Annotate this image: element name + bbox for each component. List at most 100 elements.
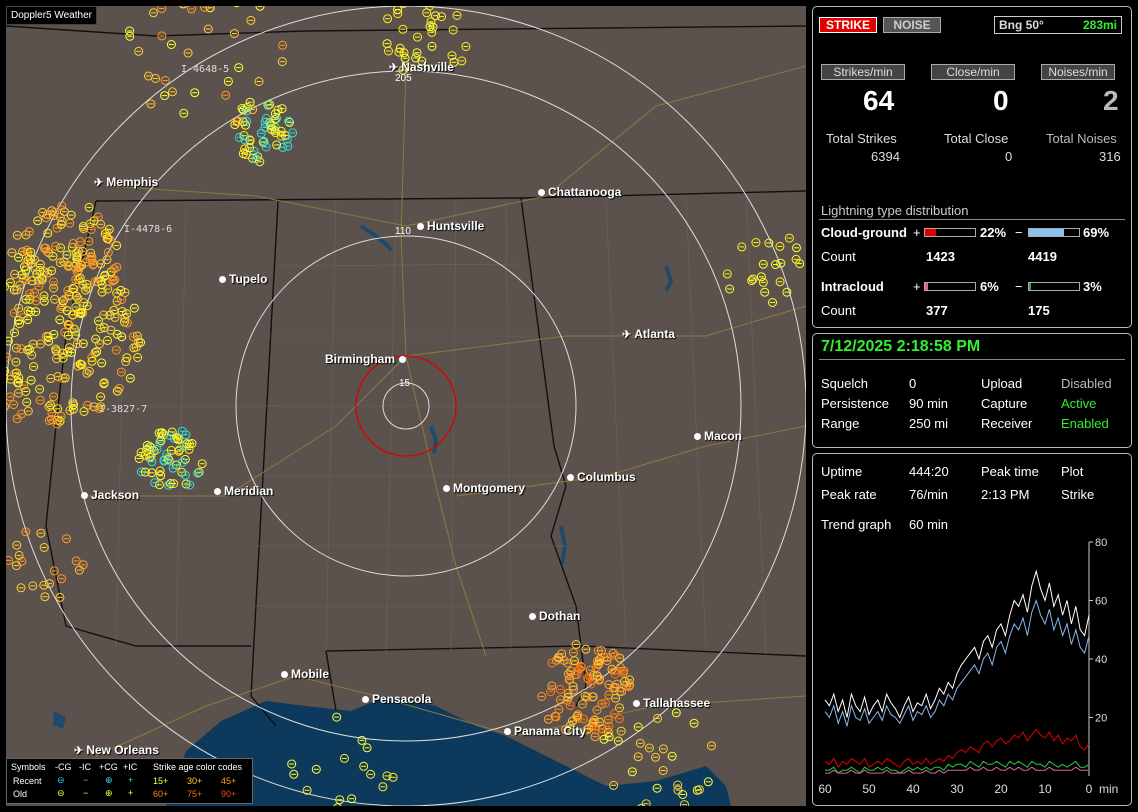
county-lines (66, 193, 767, 655)
city-columbus[interactable]: Columbus (567, 470, 636, 484)
city-dot-icon (417, 223, 424, 231)
noises-per-min-value: 2 (1103, 85, 1119, 116)
plot-value[interactable]: Strike (1061, 487, 1094, 502)
plus-sign: + (913, 225, 921, 240)
receiver-label: Receiver (981, 416, 1033, 431)
city-new-orleans[interactable]: ✈ New Orleans (74, 743, 159, 757)
range-label: Range (821, 416, 860, 431)
plus-ic-icon: + (128, 788, 134, 798)
app-title: Doppler5 Weather (6, 6, 97, 25)
peak-time-label: Peak time (981, 464, 1039, 479)
age-code: 15+ (153, 776, 169, 786)
ic-negative-pct: 3% (1083, 279, 1102, 294)
distribution-title: Lightning type distribution (821, 203, 969, 218)
symbol-legend: Symbols -CG -IC +CG +IC Strike age color… (6, 758, 253, 804)
city-birmingham[interactable]: Birmingham (325, 352, 409, 366)
strikes-per-min-button[interactable]: Strikes/min (821, 64, 905, 80)
city-label: Atlanta (634, 327, 675, 341)
airport-icon: ✈ (389, 62, 399, 74)
cg-negative-count: 4419 (1028, 249, 1057, 264)
close-per-min-value: 0 (993, 85, 1009, 116)
plus-cg-icon: ⊕ (105, 788, 113, 798)
x-tick-label: 0 (1086, 782, 1093, 796)
city-label: Birmingham (325, 352, 396, 366)
strike-indicator[interactable]: STRIKE (819, 17, 877, 33)
noise-indicator[interactable]: NOISE (883, 17, 941, 33)
strike-marker (200, 6, 210, 12)
lightning-map[interactable]: Doppler5 Weather 205 110 15 I-4648-5 I-4… (6, 6, 806, 806)
x-tick-label: 20 (994, 782, 1008, 796)
trend-series-0 (824, 569, 1090, 719)
city-label: New Orleans (86, 743, 159, 757)
minus-cg-icon: ⊖ (57, 775, 65, 785)
age-code: 45+ (221, 776, 237, 786)
city-atlanta[interactable]: ✈ Atlanta (622, 327, 675, 341)
bar-fill (925, 283, 928, 290)
trend-graph-value: 60 min (909, 517, 949, 532)
plus-cg-icon: ⊕ (105, 775, 113, 785)
age-code: 90+ (221, 789, 237, 799)
total-noises-label: Total Noises (1046, 131, 1117, 146)
airport-icon: ✈ (622, 329, 632, 341)
city-chattanooga[interactable]: Chattanooga (538, 185, 621, 199)
ic-negative-count: 175 (1028, 303, 1050, 318)
city-meridian[interactable]: Meridian (214, 484, 273, 498)
cg-positive-count: 1423 (926, 249, 955, 264)
minus-sign: − (1015, 279, 1023, 294)
strike-stats-panel: STRIKE NOISE Bng 50° 283mi Strikes/min C… (812, 6, 1132, 328)
current-datetime: 7/12/2025 2:18:58 PM (821, 338, 981, 355)
y-tick-label: 80 (1095, 537, 1107, 549)
total-close-value: 0 (1005, 149, 1013, 164)
city-label: Panama City (514, 724, 587, 738)
bar-fill (1029, 229, 1064, 236)
trend-series-1 (824, 598, 1090, 727)
city-tupelo[interactable]: Tupelo (219, 272, 267, 286)
noises-per-min-button[interactable]: Noises/min (1041, 64, 1115, 80)
total-close-label: Total Close (944, 131, 1009, 146)
interstate-label: I-4648-5 (181, 64, 230, 75)
divider (819, 359, 1125, 360)
river (559, 525, 568, 565)
upload-value: Disabled (1061, 376, 1112, 391)
receiver-value: Enabled (1061, 416, 1109, 431)
city-dothan[interactable]: Dothan (529, 609, 580, 623)
city-dot-icon (443, 485, 450, 493)
x-tick-label: 10 (1038, 782, 1052, 796)
city-huntsville[interactable]: Huntsville (417, 219, 484, 233)
range-label-inner: 15 (399, 378, 411, 389)
city-memphis[interactable]: ✈ Memphis (94, 175, 158, 189)
cg-negative-bar (1028, 228, 1080, 237)
uptime-value: 444:20 (909, 464, 949, 479)
city-nashville[interactable]: ✈ Nashville (389, 60, 454, 74)
upload-label: Upload (981, 376, 1023, 391)
city-mobile[interactable]: Mobile (281, 667, 329, 681)
persistence-label: Persistence (821, 396, 889, 411)
city-pensacola[interactable]: Pensacola (362, 692, 431, 706)
close-per-min-button[interactable]: Close/min (931, 64, 1015, 80)
ic-positive-count: 377 (926, 303, 948, 318)
city-label: Meridian (224, 484, 274, 498)
minus-ic-icon: − (83, 775, 89, 785)
legend-col: +IC (123, 762, 138, 772)
legend-old-label: Old (13, 789, 28, 799)
lake (53, 711, 66, 729)
y-tick-label: 60 (1095, 596, 1107, 608)
total-strikes-value: 6394 (871, 149, 900, 164)
bar-fill (925, 229, 936, 236)
city-label: Dothan (539, 609, 581, 623)
squelch-label: Squelch (821, 376, 868, 391)
legend-symbols-title: Symbols (11, 762, 46, 772)
uptime-label: Uptime (821, 464, 863, 479)
city-dot-icon (81, 492, 88, 500)
interstate-label: I-4478-6 (124, 224, 173, 235)
city-tallahassee[interactable]: Tallahassee (633, 696, 710, 710)
city-macon[interactable]: Macon (694, 429, 742, 443)
city-montgomery[interactable]: Montgomery (443, 481, 525, 495)
city-panama-city[interactable]: Panama City (504, 724, 586, 738)
city-label: Chattanooga (548, 185, 622, 199)
city-dot-icon (399, 356, 407, 364)
city-label: Columbus (577, 470, 636, 484)
city-jackson[interactable]: Jackson (81, 488, 139, 502)
city-label: Nashville (401, 60, 454, 74)
city-dot-icon (219, 276, 226, 284)
